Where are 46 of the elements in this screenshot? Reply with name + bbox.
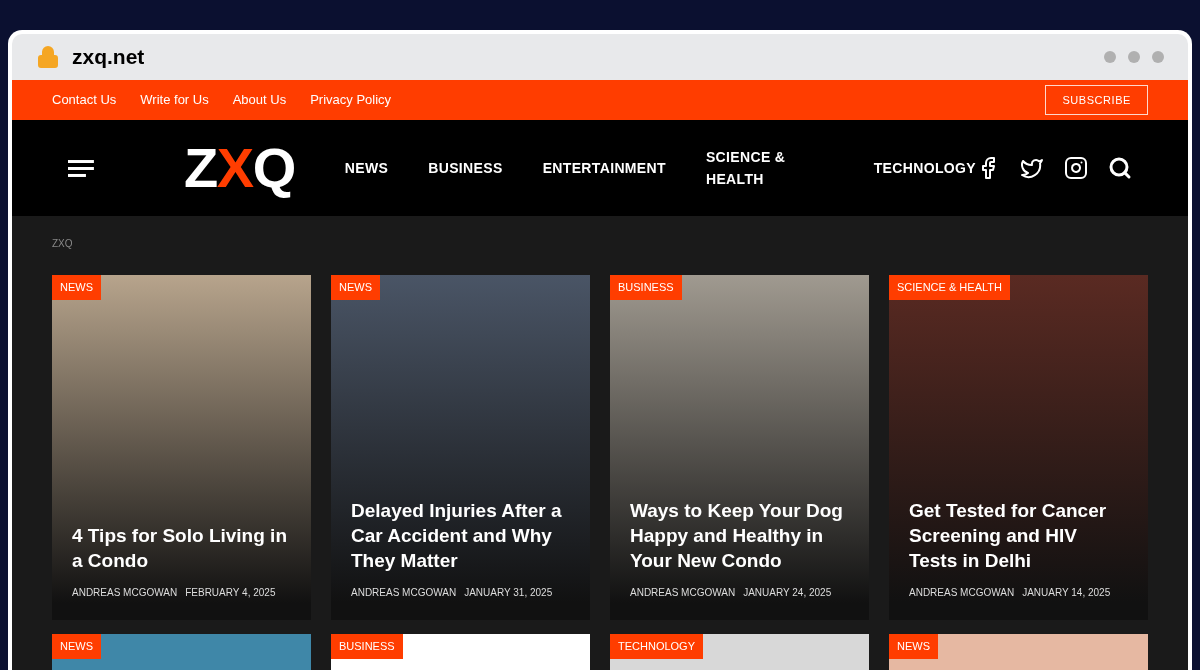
nav-link[interactable]: BUSINESS [428, 157, 503, 179]
lock-icon [36, 45, 60, 69]
category-tag[interactable]: NEWS [52, 634, 101, 659]
article-card[interactable]: NEWS Delayed Injuries After a Car Accident and Why They Matter ANDREAS MCGOWAN JANUARY 31, 2025 [331, 275, 590, 620]
breadcrumb[interactable]: ZXQ [52, 236, 1148, 251]
category-tag[interactable]: NEWS [331, 275, 380, 300]
article-title[interactable]: 4 Tips for Solo Living in a Condo [72, 523, 291, 573]
article-date: JANUARY 24, 2025 [743, 586, 832, 600]
instagram-icon[interactable] [1064, 156, 1088, 180]
category-tag[interactable]: BUSINESS [610, 275, 682, 300]
article-card[interactable]: NEWS 4 Tips for Solo Living in a Condo ANDREAS MCGOWAN FEBRUARY 4, 2025 [52, 275, 311, 620]
article-date: JANUARY 14, 2025 [1022, 586, 1111, 600]
article-card[interactable]: SCIENCE & HEALTH Get Tested for Cancer Screening and HIV Tests in Delhi ANDREAS MCGOWAN JANUARY 14, 2025 [889, 275, 1148, 620]
nav-link[interactable]: SCIENCE & HEALTH [705, 146, 834, 190]
article-title[interactable]: Ways to Keep Your Dog Happy and Healthy in Your New Condo [630, 498, 849, 573]
category-tag[interactable]: NEWS [889, 634, 938, 659]
category-tag[interactable]: NEWS [52, 275, 101, 300]
article-author[interactable]: ANDREAS MCGOWAN [351, 585, 457, 600]
article-card[interactable]: NEWS [889, 634, 1148, 670]
top-link[interactable]: About Us [232, 90, 287, 110]
article-author[interactable]: ANDREAS MCGOWAN [630, 585, 736, 600]
article-date: JANUARY 31, 2025 [464, 586, 553, 600]
article-date: FEBRUARY 4, 2025 [185, 586, 276, 600]
url-text: zxq.net [72, 44, 145, 71]
category-tag[interactable]: SCIENCE & HEALTH [889, 275, 1010, 300]
nav-link[interactable]: NEWS [344, 157, 389, 179]
top-link[interactable]: Write for Us [140, 90, 209, 110]
article-title[interactable]: Get Tested for Cancer Screening and HIV Tests in Delhi [909, 498, 1128, 573]
twitter-icon[interactable] [1020, 156, 1044, 180]
article-card[interactable]: TECHNOLOGY [610, 634, 869, 670]
search-icon[interactable] [1108, 156, 1132, 180]
category-tag[interactable]: TECHNOLOGY [610, 634, 703, 659]
article-card[interactable]: BUSINESS [331, 634, 590, 670]
article-author[interactable]: ANDREAS MCGOWAN [909, 585, 1015, 600]
article-card[interactable]: BUSINESS Ways to Keep Your Dog Happy and Healthy in Your New Condo ANDREAS MCGOWAN JANUARY 24, 2025 [610, 275, 869, 620]
nav-link[interactable]: TECHNOLOGY [873, 157, 976, 179]
subscribe-button[interactable]: SUBSCRIBE [1045, 84, 1148, 116]
article-author[interactable]: ANDREAS MCGOWAN [72, 585, 178, 600]
menu-icon[interactable] [68, 159, 94, 177]
top-link[interactable]: Privacy Policy [310, 90, 392, 110]
top-link[interactable]: Contact Us [52, 90, 117, 110]
site-logo[interactable]: ZXQ [183, 140, 295, 196]
category-tag[interactable]: BUSINESS [331, 634, 403, 659]
article-title[interactable]: Delayed Injuries After a Car Accident and Why They Matter [351, 498, 570, 573]
article-card[interactable]: NEWS [52, 634, 311, 670]
nav-link[interactable]: ENTERTAINMENT [542, 157, 666, 179]
